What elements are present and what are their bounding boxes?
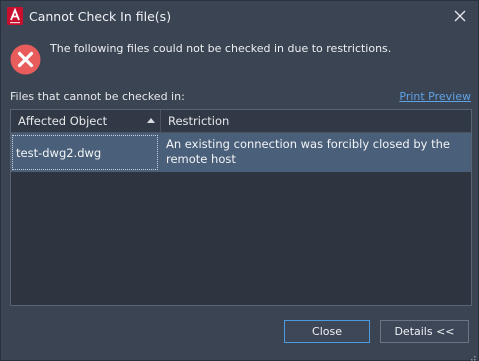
- column-header-affected-object[interactable]: Affected Object: [11, 110, 161, 132]
- cell-affected-object: test-dwg2.dwg: [12, 135, 158, 170]
- close-button[interactable]: Close: [284, 320, 370, 343]
- close-icon[interactable]: [452, 8, 468, 24]
- error-icon: [10, 44, 41, 75]
- details-button[interactable]: Details <<: [380, 320, 469, 343]
- cell-restriction: An existing connection was forcibly clos…: [166, 137, 450, 166]
- print-preview-link[interactable]: Print Preview: [399, 90, 471, 103]
- window-title: Cannot Check In file(s): [29, 9, 172, 24]
- restrictions-table[interactable]: Affected Object Restriction test-dwg2.dw…: [10, 109, 472, 306]
- sort-ascending-icon: [147, 118, 155, 123]
- resize-grip-icon[interactable]: [467, 349, 476, 361]
- column-header-label: Restriction: [168, 114, 230, 128]
- error-message: The following files could not be checked…: [50, 42, 392, 55]
- table-row[interactable]: test-dwg2.dwg An existing connection was…: [11, 133, 471, 172]
- autocad-logo-icon: [7, 7, 23, 25]
- column-header-restriction[interactable]: Restriction: [161, 110, 471, 132]
- title-bar[interactable]: Cannot Check In file(s): [1, 1, 478, 32]
- cannot-check-in-dialog: Cannot Check In file(s) The following fi…: [0, 0, 479, 361]
- column-header-label: Affected Object: [18, 114, 108, 128]
- table-header: Affected Object Restriction: [11, 110, 471, 133]
- list-label: Files that cannot be checked in:: [10, 90, 185, 103]
